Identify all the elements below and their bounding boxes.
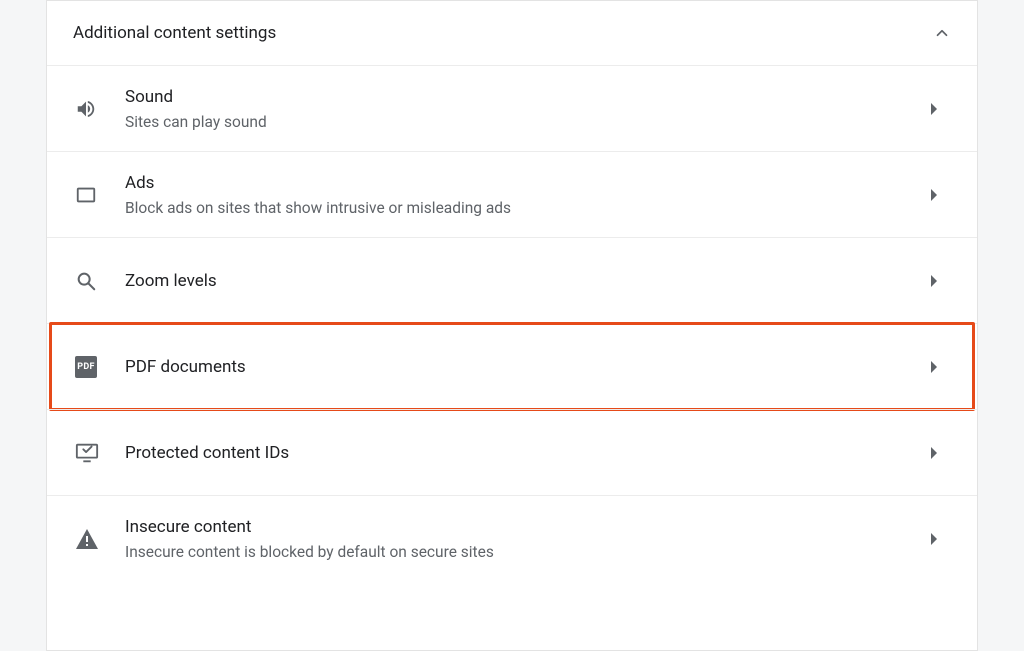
pdf-icon: PDF bbox=[75, 356, 125, 378]
search-icon bbox=[75, 270, 125, 292]
ads-icon bbox=[75, 184, 125, 206]
chevron-right-icon bbox=[929, 103, 949, 115]
row-protected-content-ids[interactable]: Protected content IDs bbox=[47, 409, 977, 495]
chevron-right-icon bbox=[929, 447, 949, 459]
chevron-up-icon bbox=[933, 24, 951, 42]
row-pdf-title: PDF documents bbox=[125, 357, 929, 377]
chevron-right-icon bbox=[929, 361, 949, 373]
row-protected-title: Protected content IDs bbox=[125, 443, 929, 463]
sound-icon bbox=[75, 98, 125, 120]
row-zoom-levels[interactable]: Zoom levels bbox=[47, 237, 977, 323]
row-sound-subtitle: Sites can play sound bbox=[125, 113, 929, 131]
row-insecure-title: Insecure content bbox=[125, 517, 929, 537]
row-pdf-documents[interactable]: PDF PDF documents bbox=[47, 323, 977, 409]
chevron-right-icon bbox=[929, 189, 949, 201]
row-ads[interactable]: Ads Block ads on sites that show intrusi… bbox=[47, 151, 977, 237]
row-zoom-title: Zoom levels bbox=[125, 271, 929, 291]
row-insecure-content[interactable]: Insecure content Insecure content is blo… bbox=[47, 495, 977, 581]
row-ads-subtitle: Block ads on sites that show intrusive o… bbox=[125, 199, 929, 217]
section-title: Additional content settings bbox=[73, 23, 276, 43]
row-sound-title: Sound bbox=[125, 87, 929, 107]
row-sound[interactable]: Sound Sites can play sound bbox=[47, 65, 977, 151]
chevron-right-icon bbox=[929, 533, 949, 545]
chevron-right-icon bbox=[929, 275, 949, 287]
settings-panel: Additional content settings Sound Sites … bbox=[46, 0, 978, 651]
section-header-additional-content[interactable]: Additional content settings bbox=[47, 1, 977, 65]
protected-content-icon bbox=[75, 442, 125, 464]
row-insecure-subtitle: Insecure content is blocked by default o… bbox=[125, 543, 929, 561]
warning-icon bbox=[75, 528, 125, 550]
row-ads-title: Ads bbox=[125, 173, 929, 193]
